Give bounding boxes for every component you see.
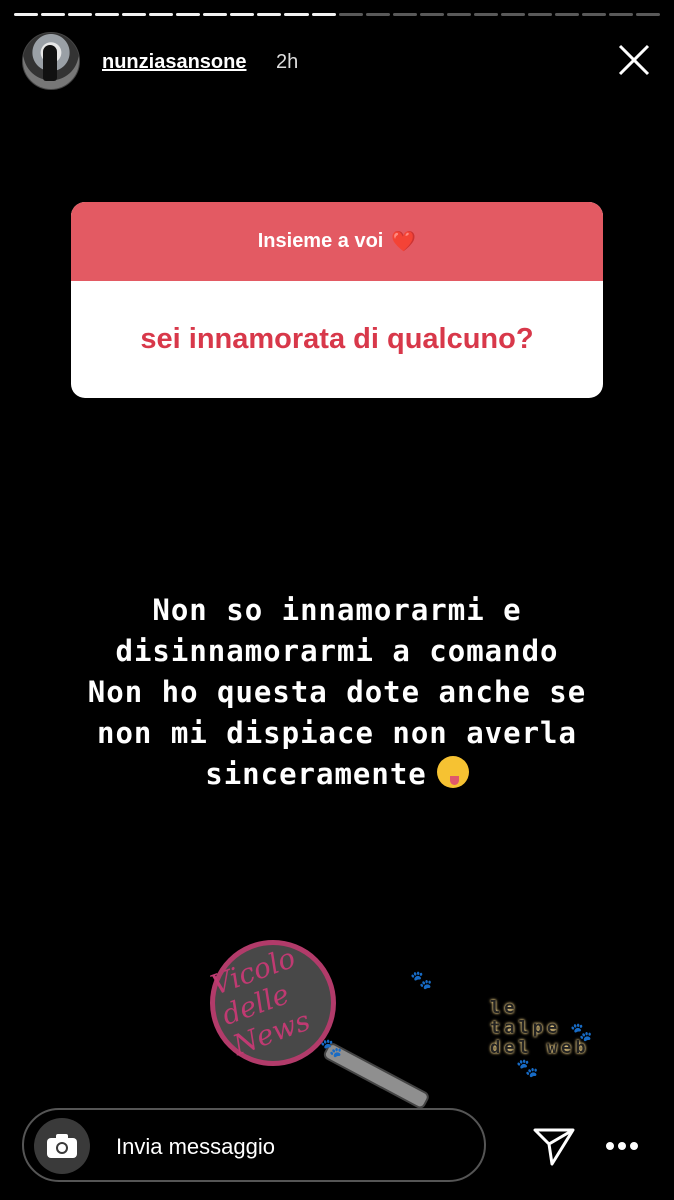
progress-segment: [365, 13, 390, 16]
heart-icon: ❤️: [391, 231, 417, 253]
progress-segment: [419, 13, 444, 16]
paw-icon: 🐾: [410, 970, 433, 990]
answer-line: sinceramente: [205, 757, 427, 791]
camera-icon: [47, 1134, 77, 1158]
progress-segment: [527, 13, 552, 16]
answer-line: Non ho questa dote anche se: [87, 675, 587, 709]
progress-segment: [581, 13, 607, 16]
username[interactable]: nunziasansone: [102, 51, 246, 74]
paw-icon: 🐾: [516, 1058, 539, 1078]
progress-segment: [41, 13, 66, 16]
answer-line: non mi dispiace non averla: [97, 716, 577, 750]
message-field[interactable]: Invia messaggio: [22, 1108, 486, 1182]
message-placeholder: Invia messaggio: [116, 1134, 275, 1159]
progress-segment: [446, 13, 471, 16]
timestamp: 2h: [276, 51, 299, 73]
watermark: Vicolo delle News le talpe del web 🐾 🐾 🐾…: [160, 930, 600, 1111]
close-icon[interactable]: [614, 40, 654, 80]
progress-segment: [176, 13, 201, 16]
story-progress: [14, 13, 661, 17]
progress-segment: [392, 13, 417, 16]
answer-line-last: sinceramente: [20, 754, 654, 795]
progress-segment: [473, 13, 498, 16]
progress-segment: [338, 13, 363, 16]
answer-text: Non so innamorarmi e disinnamorarmi a co…: [20, 590, 654, 795]
progress-segment: [203, 13, 228, 16]
progress-segment: [122, 13, 147, 16]
progress-segment: [609, 13, 634, 16]
send-icon[interactable]: [530, 1124, 578, 1168]
progress-segment: [14, 13, 39, 16]
paw-icon: 🐾: [570, 1022, 593, 1042]
progress-segment: [554, 13, 579, 16]
progress-segment: [95, 13, 120, 16]
question-text: sei innamorata di qualcuno?: [140, 323, 534, 355]
winking-face-with-tongue-icon: [436, 756, 469, 788]
answer-line: disinnamorarmi a comando: [115, 634, 559, 668]
progress-segment: [257, 13, 282, 16]
more-icon[interactable]: [598, 1130, 646, 1162]
avatar[interactable]: [22, 32, 80, 90]
question-sticker[interactable]: Insieme a voi ❤️ sei innamorata di qualc…: [71, 202, 603, 398]
question-header: Insieme a voi ❤️: [71, 202, 603, 281]
progress-segment: [230, 13, 255, 16]
answer-line: Non so innamorarmi e: [152, 593, 522, 627]
progress-segment: [149, 13, 174, 16]
progress-segment: [284, 13, 309, 16]
progress-segment: [311, 13, 336, 16]
paw-icon: 🐾: [320, 1038, 343, 1058]
progress-segment: [500, 13, 525, 16]
camera-button[interactable]: [34, 1118, 90, 1174]
progress-segment: [636, 13, 661, 16]
progress-segment: [68, 13, 93, 16]
story-header: nunziasansone 2h: [22, 32, 658, 90]
question-title: Insieme a voi: [257, 230, 384, 252]
